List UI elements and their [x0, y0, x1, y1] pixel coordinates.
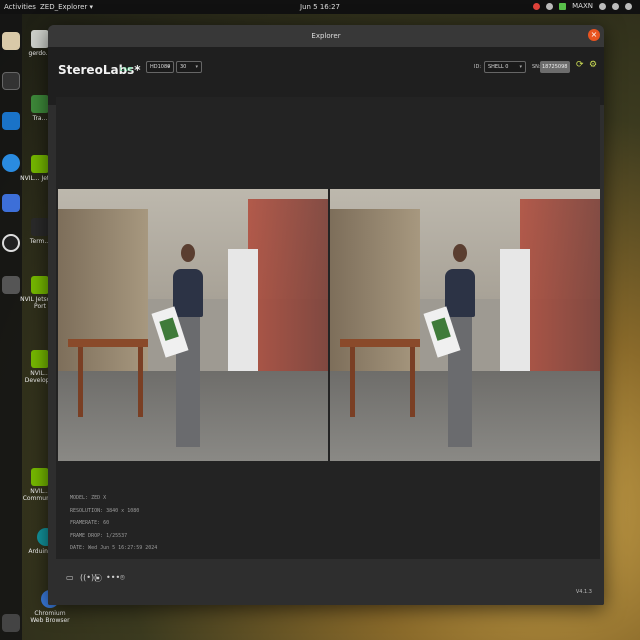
- right-camera-view: [330, 189, 600, 461]
- network-icon[interactable]: [599, 2, 606, 10]
- frame-drop-info: FRAME DROP: 1/25537: [70, 532, 128, 539]
- terminal-icon[interactable]: [2, 72, 20, 90]
- close-button[interactable]: ×: [588, 29, 600, 41]
- footer-bar: ▭ ((•)) ⦿ ••• ⌾ V4.1.3: [48, 559, 604, 605]
- window-title: Explorer: [311, 32, 341, 40]
- resolution-info: RESOLUTION: 3840 x 1080: [70, 507, 140, 514]
- nvidia-icon[interactable]: [559, 2, 567, 10]
- chromium-icon[interactable]: [2, 154, 20, 172]
- chevron-down-icon: ▾: [519, 64, 522, 70]
- chevron-down-icon: ▾: [195, 64, 198, 70]
- version-label: V4.1.3: [575, 589, 592, 595]
- camera-info-panel: MODEL: ZED X RESOLUTION: 3840 x 1080 FRA…: [70, 492, 157, 555]
- camera-snapshot-icon[interactable]: ⌾: [120, 573, 125, 583]
- video-viewer: MODEL: ZED X RESOLUTION: 3840 x 1080 FRA…: [56, 97, 600, 559]
- model-info: MODEL: ZED X: [70, 495, 107, 501]
- serial-number: 18725098: [540, 61, 570, 73]
- ubuntu-icon[interactable]: [533, 2, 541, 10]
- date-info: DATE: Wed Jun 5 16:27:59 2024: [70, 545, 158, 551]
- chevron-down-icon: ▾: [167, 64, 170, 70]
- power-mode-label[interactable]: MAXN: [572, 2, 593, 10]
- gear-icon[interactable]: ⚙: [589, 60, 599, 70]
- id-label: ID:: [474, 64, 482, 70]
- clock[interactable]: Jun 5 16:27: [300, 3, 340, 11]
- files-icon[interactable]: [2, 32, 20, 50]
- top-bar: Activities ZED_Explorer ▾ Jun 5 16:27 MA…: [0, 0, 640, 14]
- record-icon[interactable]: ⦿: [94, 573, 102, 584]
- left-camera-view: [58, 189, 328, 461]
- dock: [0, 14, 22, 640]
- obs-icon[interactable]: [2, 234, 20, 252]
- resolution-select[interactable]: HD1080 ▾: [146, 61, 174, 73]
- refresh-icon[interactable]: ⟳: [576, 60, 586, 70]
- activities-button[interactable]: Activities: [4, 3, 36, 11]
- explorer-window: Explorer × StereoLabs* LIVE HD1080 ▾ 30 ▾ …: [48, 25, 604, 605]
- framerate-info: FRAMERATE: 60: [70, 520, 110, 526]
- editor-icon[interactable]: [2, 194, 20, 212]
- more-icon[interactable]: •••: [106, 573, 120, 582]
- folder-icon[interactable]: ▭: [66, 573, 74, 582]
- fps-select[interactable]: 30 ▾: [176, 61, 202, 73]
- bluetooth-icon[interactable]: [546, 2, 554, 10]
- power-icon[interactable]: [625, 2, 632, 10]
- camera-id-select[interactable]: SHELL 0 ▾: [484, 61, 526, 73]
- live-indicator: LIVE: [120, 67, 133, 73]
- app-icon[interactable]: [2, 276, 20, 294]
- vscode-icon[interactable]: [2, 112, 20, 130]
- show-apps-icon[interactable]: [2, 614, 20, 632]
- system-tray[interactable]: MAXN: [533, 2, 632, 10]
- volume-icon[interactable]: [612, 2, 619, 10]
- stereo-view: [58, 189, 600, 461]
- app-menu[interactable]: ZED_Explorer ▾: [40, 3, 93, 11]
- window-titlebar[interactable]: Explorer ×: [48, 25, 604, 47]
